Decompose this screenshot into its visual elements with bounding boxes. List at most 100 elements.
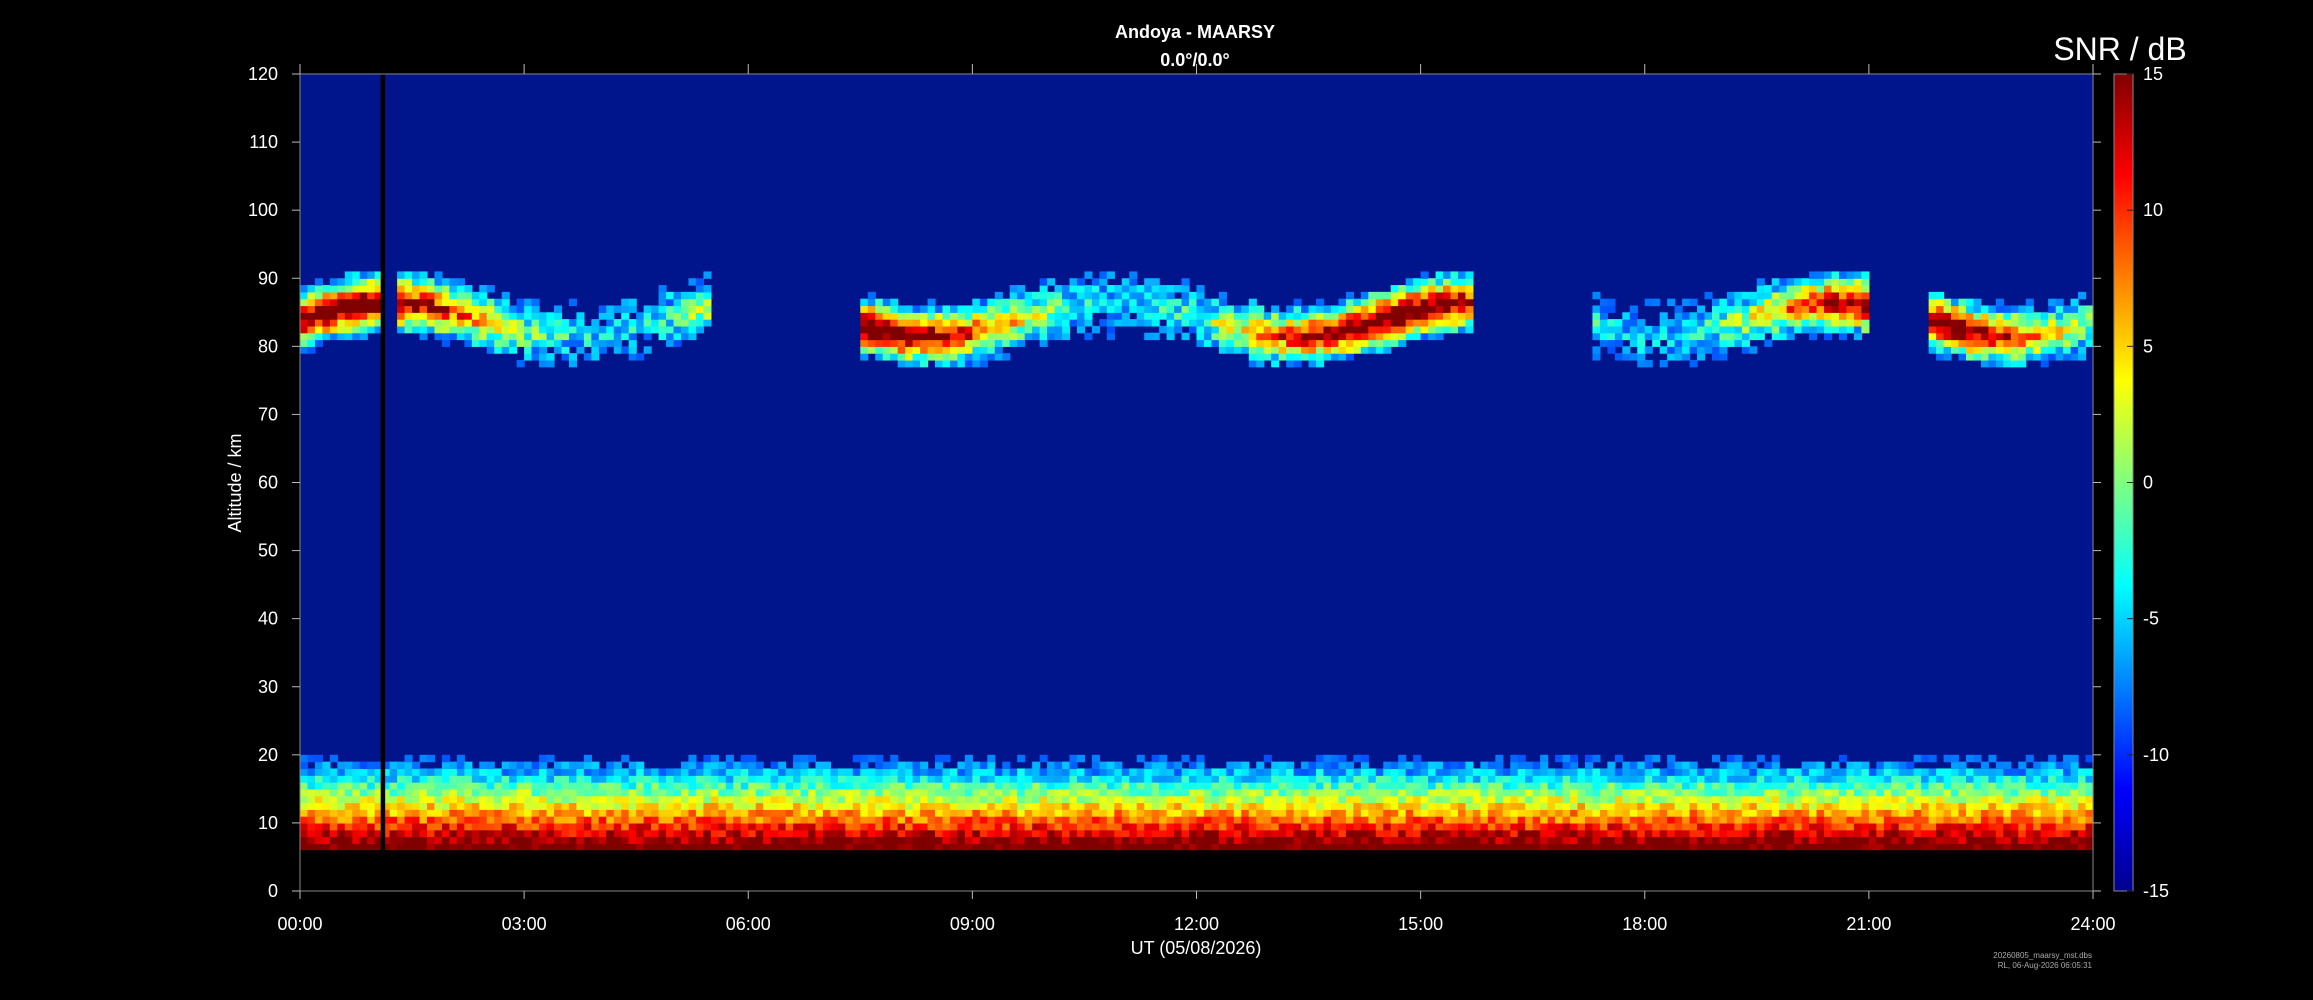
heatmap-cell: [1047, 761, 1056, 770]
heatmap-cell: [1039, 332, 1048, 341]
heatmap-cell: [1233, 325, 1242, 334]
heatmap-cell: [935, 339, 944, 347]
heatmap-cell: [1637, 795, 1646, 804]
heatmap-cell: [509, 782, 518, 790]
heatmap-cell: [2040, 319, 2049, 327]
heatmap-cell: [314, 761, 324, 770]
heatmap-cell: [725, 768, 734, 776]
heatmap-cell: [666, 325, 675, 334]
heatmap-cell: [1562, 754, 1571, 763]
heatmap-cell: [1614, 836, 1623, 844]
heatmap-cell: [1330, 822, 1340, 831]
heatmap-cell: [1353, 795, 1362, 804]
heatmap-cell: [778, 782, 787, 790]
heatmap-cell: [1592, 836, 1601, 844]
heatmap-cell: [651, 816, 660, 824]
heatmap-cell: [1263, 843, 1272, 851]
heatmap-cell: [1502, 795, 1511, 804]
heatmap-cell: [935, 775, 944, 783]
heatmap-cell: [1084, 291, 1093, 300]
heatmap-cell: [1218, 312, 1227, 320]
heatmap-cell: [2055, 816, 2064, 824]
heatmap-cell: [606, 822, 615, 831]
heatmap-cell: [1345, 325, 1354, 334]
heatmap-cell: [2063, 325, 2072, 334]
heatmap-cell: [568, 802, 578, 810]
heatmap-cell: [636, 768, 645, 776]
heatmap-cell: [397, 809, 406, 817]
heatmap-cell: [1764, 809, 1773, 817]
heatmap-cell: [2048, 298, 2057, 307]
heatmap-cell: [1039, 319, 1048, 327]
heatmap-cell: [1704, 768, 1713, 776]
heatmap-cell: [1988, 332, 1997, 341]
heatmap-cell: [561, 802, 570, 810]
heatmap-cell: [1816, 285, 1825, 293]
heatmap-cell: [673, 325, 682, 334]
heatmap-cell: [1958, 325, 1967, 334]
heatmap-cell: [725, 843, 734, 851]
heatmap-cell: [957, 339, 966, 347]
heatmap-cell: [1980, 305, 1990, 313]
heatmap-cell: [1099, 802, 1108, 810]
heatmap-cell: [1592, 829, 1601, 838]
heatmap-cell: [1936, 332, 1945, 341]
heatmap-cell: [337, 809, 346, 817]
heatmap-cell: [1480, 816, 1489, 824]
heatmap-cell: [1196, 843, 1205, 851]
heatmap-cell: [329, 809, 338, 817]
heatmap-cell: [621, 319, 630, 327]
heatmap-cell: [1711, 346, 1721, 354]
heatmap-cell: [1682, 836, 1691, 844]
y-tick-label: 110: [249, 132, 278, 152]
heatmap-cell: [942, 788, 951, 797]
heatmap-cell: [1144, 802, 1153, 810]
colorbar-tick-label: 5: [2143, 336, 2153, 356]
heatmap-cell: [681, 788, 690, 797]
heatmap-cell: [479, 816, 488, 824]
heatmap-cell: [441, 339, 451, 347]
heatmap-cell: [1278, 353, 1287, 361]
heatmap-cell: [1301, 836, 1310, 844]
heatmap-cell: [1278, 816, 1287, 824]
data-gap: [380, 74, 386, 851]
heatmap-cell: [554, 836, 563, 844]
heatmap-cell: [1159, 788, 1168, 797]
heatmap-cell: [1726, 754, 1735, 763]
heatmap-cell: [1226, 775, 1235, 783]
heatmap-cell: [1136, 836, 1145, 844]
heatmap-cell: [1129, 836, 1138, 844]
heatmap-cell: [397, 305, 406, 313]
heatmap-cell: [935, 359, 944, 368]
heatmap-cell: [1017, 816, 1026, 824]
heatmap-cell: [1144, 809, 1153, 817]
heatmap-cell: [1278, 319, 1287, 327]
heatmap-cell: [837, 782, 846, 790]
heatmap-cell: [1943, 325, 1952, 334]
heatmap-cell: [1286, 802, 1295, 810]
heatmap-cell: [419, 795, 428, 804]
heatmap-cell: [322, 298, 331, 307]
heatmap-cell: [337, 332, 346, 341]
heatmap-cell: [1801, 319, 1810, 327]
heatmap-cell: [1532, 802, 1541, 810]
heatmap-cell: [688, 795, 697, 804]
heatmap-cell: [1248, 822, 1257, 831]
heatmap-cell: [890, 305, 899, 313]
heatmap-cell: [300, 285, 309, 293]
heatmap-cell: [1846, 829, 1855, 838]
heatmap-cell: [1166, 312, 1175, 320]
heatmap-cell: [1465, 305, 1474, 313]
heatmap-cell: [920, 843, 929, 851]
heatmap-cell: [1734, 816, 1743, 824]
heatmap-cell: [1831, 319, 1840, 327]
heatmap-cell: [1995, 359, 2004, 368]
heatmap-cell: [785, 802, 794, 810]
heatmap-cell: [763, 809, 772, 817]
heatmap-cell: [1413, 278, 1422, 286]
heatmap-cell: [2040, 829, 2049, 838]
heatmap-cell: [1413, 836, 1422, 844]
heatmap-cell: [1577, 802, 1586, 810]
heatmap-cell: [1450, 271, 1459, 279]
heatmap-cell: [1779, 829, 1788, 838]
